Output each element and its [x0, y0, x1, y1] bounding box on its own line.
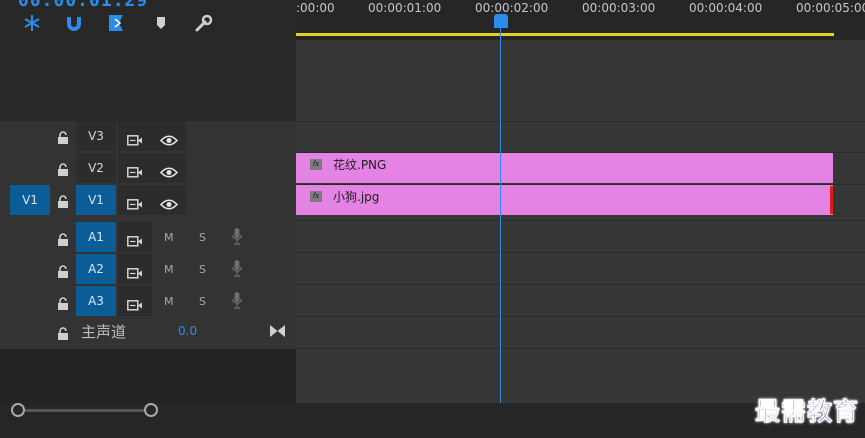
microphone-icon[interactable] — [232, 260, 242, 282]
eye-icon[interactable] — [159, 195, 179, 214]
watermark: 最需教育 — [754, 397, 859, 427]
track-divider — [296, 252, 865, 253]
track-target-v2[interactable]: V2 — [76, 153, 116, 183]
clip-name: 花纹.PNG — [333, 158, 387, 172]
track-row-master: 主声道 0.0 — [0, 318, 296, 349]
track-row-v2: V2 — [0, 152, 296, 183]
lock-icon[interactable] — [57, 325, 69, 344]
eye-icon[interactable] — [159, 163, 179, 182]
add-marker-icon[interactable] — [106, 12, 128, 34]
zoom-scrollbar[interactable] — [17, 409, 151, 412]
wrench-icon[interactable] — [193, 12, 215, 34]
sync-lock-icon[interactable] — [127, 195, 143, 214]
track-divider — [296, 284, 865, 285]
track-target-a1[interactable]: A1 — [76, 222, 116, 252]
track-divider — [296, 348, 865, 349]
zoom-handle-left[interactable] — [11, 403, 25, 417]
ruler-label: 00:00:05:00 — [796, 1, 865, 15]
clip-v1[interactable]: fx 小狗.jpg — [296, 185, 833, 215]
lock-icon[interactable] — [57, 295, 69, 314]
track-row-a2: A2 M S — [0, 254, 296, 285]
zoom-handle-right[interactable] — [144, 403, 158, 417]
track-target-v3[interactable]: V3 — [76, 121, 116, 151]
track-row-a3: A3 M S — [0, 286, 296, 317]
mute-button[interactable]: M — [164, 263, 174, 276]
timeline-header-panel — [0, 0, 296, 121]
track-target-v1[interactable]: V1 — [76, 185, 116, 215]
fx-badge-icon: fx — [310, 159, 322, 170]
lock-icon[interactable] — [57, 193, 69, 212]
ruler-label: :00:00 — [296, 1, 335, 15]
ruler-label: 00:00:01:00 — [368, 1, 442, 15]
lock-icon[interactable] — [57, 129, 69, 148]
lock-icon[interactable] — [57, 231, 69, 250]
microphone-icon[interactable] — [232, 292, 242, 314]
snap-icon[interactable] — [21, 12, 43, 34]
ruler-label: 00:00:04:00 — [689, 1, 763, 15]
lock-icon[interactable] — [57, 161, 69, 180]
track-divider — [296, 316, 865, 317]
work-area-bar[interactable] — [296, 33, 834, 36]
track-row-v3: V3 — [0, 121, 296, 152]
lock-icon[interactable] — [57, 263, 69, 282]
track-divider — [296, 121, 865, 122]
bowtie-icon[interactable] — [270, 322, 285, 341]
sync-lock-icon[interactable] — [127, 296, 143, 315]
microphone-icon[interactable] — [232, 228, 242, 250]
mute-button[interactable]: M — [164, 295, 174, 308]
master-track-label: 主声道 — [81, 323, 127, 341]
eye-icon[interactable] — [159, 131, 179, 150]
sync-lock-icon[interactable] — [127, 163, 143, 182]
track-target-a3[interactable]: A3 — [76, 286, 116, 316]
solo-button[interactable]: S — [199, 231, 206, 244]
linked-selection-icon[interactable] — [63, 12, 85, 34]
solo-button[interactable]: S — [199, 263, 206, 276]
solo-button[interactable]: S — [199, 295, 206, 308]
source-patch-v1[interactable]: V1 — [10, 185, 50, 215]
clip-name: 小狗.jpg — [333, 190, 380, 204]
track-row-a1: A1 M S — [0, 222, 296, 253]
mute-button[interactable]: M — [164, 231, 174, 244]
fx-badge-icon: fx — [310, 191, 322, 202]
sync-lock-icon[interactable] — [127, 131, 143, 150]
track-divider — [296, 220, 865, 221]
marker-icon[interactable] — [150, 12, 172, 34]
master-volume-value[interactable]: 0.0 — [178, 324, 197, 338]
sync-lock-icon[interactable] — [127, 232, 143, 251]
playhead-line — [500, 26, 501, 403]
clip-end-marker — [830, 186, 833, 214]
sync-lock-icon[interactable] — [127, 264, 143, 283]
track-row-v1: V1 V1 — [0, 184, 296, 215]
track-target-a2[interactable]: A2 — [76, 254, 116, 284]
playhead-timecode[interactable]: 00:00:01:29 — [18, 0, 148, 11]
ruler-label: 00:00:03:00 — [582, 1, 656, 15]
clip-v2[interactable]: fx 花纹.PNG — [296, 153, 833, 183]
playhead-handle[interactable] — [494, 14, 508, 28]
ruler-label: 00:00:02:00 — [475, 1, 549, 15]
